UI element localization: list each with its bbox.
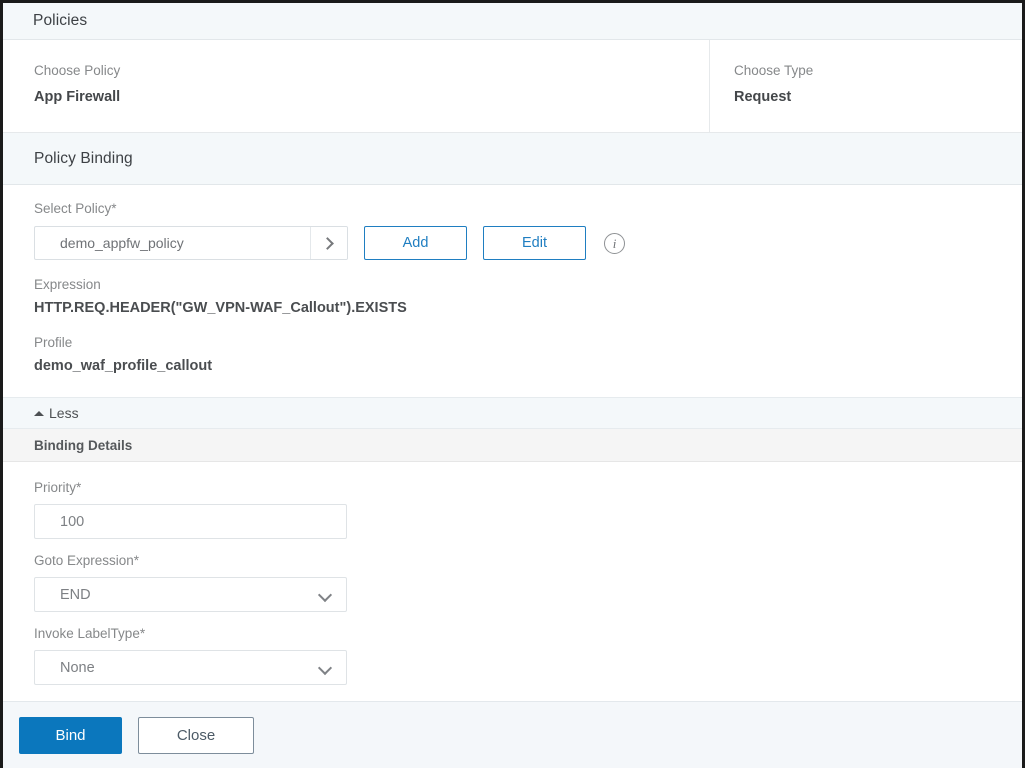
goto-expression-group: Goto Expression* END xyxy=(34,553,1022,612)
edit-button[interactable]: Edit xyxy=(483,226,586,260)
policies-section-header: Policies xyxy=(3,3,1022,40)
policies-section-body: Choose Policy App Firewall Choose Type R… xyxy=(3,40,1022,133)
chevron-down-icon xyxy=(317,660,333,676)
priority-label: Priority* xyxy=(34,480,82,495)
invoke-labeltype-group: Invoke LabelType* None xyxy=(34,626,1022,685)
triangle-up-icon xyxy=(34,410,44,416)
choose-type-value: Request xyxy=(734,89,792,105)
goto-expression-label: Goto Expression* xyxy=(34,553,140,568)
binding-details-header: Binding Details xyxy=(3,429,1022,462)
goto-expression-select[interactable]: END xyxy=(34,577,347,612)
profile-label: Profile xyxy=(34,335,73,350)
select-policy-label: Select Policy* xyxy=(34,201,117,216)
policy-binding-dialog: Policies Choose Policy App Firewall Choo… xyxy=(0,0,1025,768)
expression-value: HTTP.REQ.HEADER("GW_VPN-WAF_Callout").EX… xyxy=(34,300,407,316)
select-policy-value[interactable]: demo_appfw_policy xyxy=(35,227,310,259)
choose-type-column: Choose Type Request xyxy=(710,40,1022,132)
priority-input[interactable] xyxy=(34,504,347,539)
choose-policy-value: App Firewall xyxy=(34,89,121,105)
less-toggle-label: Less xyxy=(49,405,79,421)
profile-value: demo_waf_profile_callout xyxy=(34,358,213,374)
invoke-labeltype-select[interactable]: None xyxy=(34,650,347,685)
policy-binding-section-title: Policy Binding xyxy=(34,149,133,167)
choose-policy-label: Choose Policy xyxy=(34,63,121,78)
expression-block: Expression HTTP.REQ.HEADER("GW_VPN-WAF_C… xyxy=(34,277,1022,318)
policies-section-title: Policies xyxy=(33,12,88,29)
bind-button[interactable]: Bind xyxy=(19,716,122,754)
choose-policy-column: Choose Policy App Firewall xyxy=(3,40,710,132)
binding-details-title: Binding Details xyxy=(34,437,133,453)
profile-block: Profile demo_waf_profile_callout xyxy=(34,335,1022,376)
policy-binding-section-header: Policy Binding xyxy=(3,133,1022,185)
invoke-labeltype-label: Invoke LabelType* xyxy=(34,626,146,641)
expression-label: Expression xyxy=(34,277,101,292)
choose-type-label: Choose Type xyxy=(734,63,814,78)
add-button[interactable]: Add xyxy=(364,226,467,260)
select-policy-picker[interactable]: demo_appfw_policy xyxy=(34,226,348,260)
priority-group: Priority* xyxy=(34,480,1022,539)
close-button[interactable]: Close xyxy=(138,716,254,754)
info-icon[interactable]: i xyxy=(604,232,625,254)
invoke-labeltype-value: None xyxy=(60,659,95,676)
select-policy-row: demo_appfw_policy Add Edit i xyxy=(34,226,1022,260)
policy-binding-section-body: Select Policy* demo_appfw_policy Add Edi… xyxy=(3,185,1022,376)
binding-details-form: Priority* Goto Expression* END Invoke La… xyxy=(3,462,1022,685)
select-policy-expand-button[interactable] xyxy=(310,227,347,259)
less-toggle[interactable]: Less xyxy=(3,397,1022,429)
goto-expression-value: END xyxy=(60,586,91,603)
dialog-footer: Bind Close xyxy=(3,701,1022,768)
chevron-right-icon xyxy=(321,236,334,250)
chevron-down-icon xyxy=(317,587,333,603)
